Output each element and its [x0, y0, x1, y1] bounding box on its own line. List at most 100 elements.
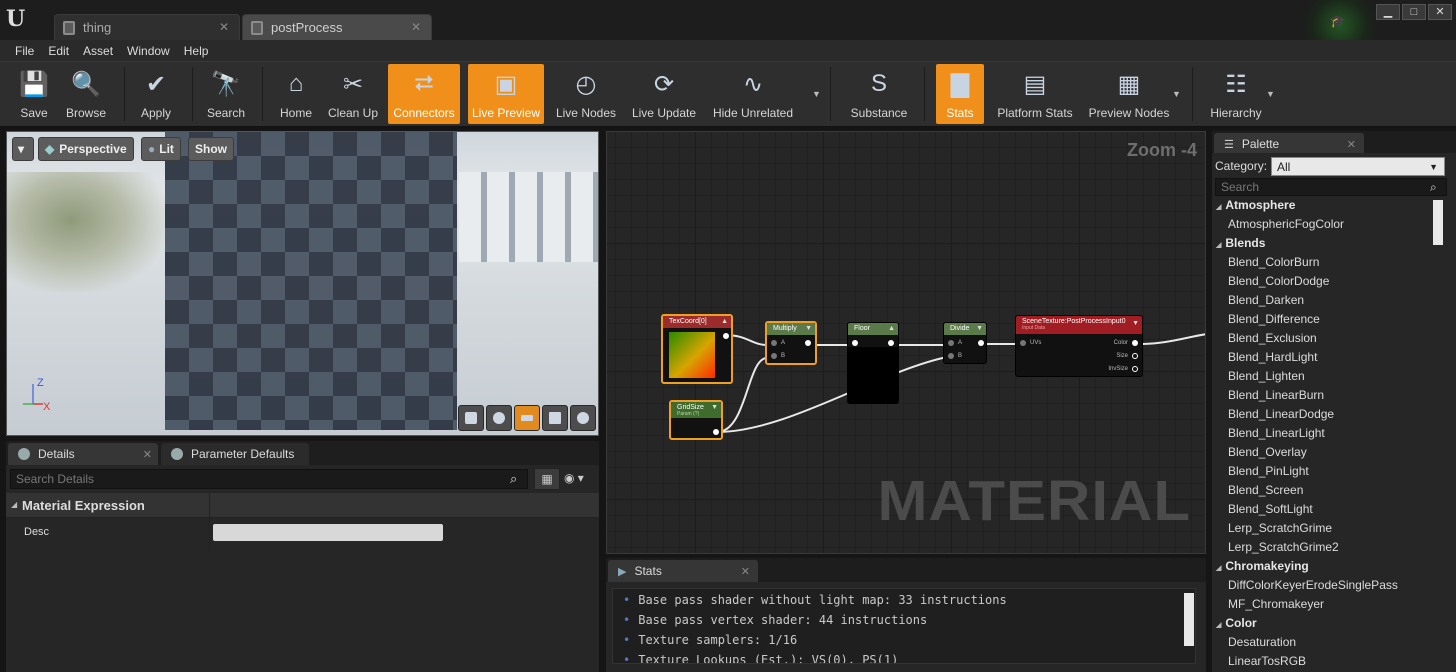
- palette-item[interactable]: LinearTosRGB: [1228, 654, 1306, 672]
- dropdown-arrow-icon[interactable]: ▼: [812, 89, 821, 99]
- minimize-button[interactable]: ▁: [1376, 4, 1400, 20]
- palette-item[interactable]: Blend_Difference: [1228, 312, 1320, 331]
- close-window-button[interactable]: ✕: [1428, 4, 1452, 20]
- live-preview-button[interactable]: ▣ Live Preview: [468, 64, 544, 124]
- apply-button[interactable]: ✔ Apply: [132, 64, 180, 124]
- grid-view-icon[interactable]: ▦: [534, 468, 560, 490]
- viewport-options-button[interactable]: ▾: [12, 137, 34, 161]
- close-tab-icon[interactable]: ✕: [143, 448, 152, 461]
- desc-input[interactable]: [213, 524, 443, 541]
- close-tab-icon[interactable]: ✕: [219, 20, 229, 34]
- output-pin[interactable]: [978, 340, 984, 346]
- tab-stats[interactable]: ▶ Stats ✕: [608, 560, 758, 582]
- close-tab-icon[interactable]: ✕: [741, 565, 750, 578]
- palette-scrollbar[interactable]: [1433, 200, 1443, 245]
- details-section-header[interactable]: ◢ Material Expression: [6, 493, 599, 518]
- close-tab-icon[interactable]: ✕: [411, 20, 421, 34]
- palette-item[interactable]: Lerp_ScratchGrime2: [1228, 540, 1339, 559]
- collapse-arrow-icon[interactable]: ▼: [711, 404, 718, 411]
- close-tab-icon[interactable]: ✕: [1347, 138, 1356, 151]
- palette-item[interactable]: Blend_Screen: [1228, 483, 1303, 502]
- collapse-arrow-icon[interactable]: ▼: [805, 325, 812, 332]
- palette-item[interactable]: DiffColorKeyerErodeSinglePass: [1228, 578, 1398, 597]
- input-pin[interactable]: [852, 340, 858, 346]
- eye-icon[interactable]: ◉ ▾: [564, 471, 596, 487]
- platform-stats-button[interactable]: ▤ Platform Stats: [992, 64, 1078, 124]
- cube-icon[interactable]: [542, 405, 568, 431]
- show-button[interactable]: Show: [188, 137, 234, 161]
- output-pin[interactable]: [888, 340, 894, 346]
- menu-edit[interactable]: Edit: [41, 44, 76, 58]
- texcoord-node[interactable]: TexCoord[0] ▲: [661, 314, 733, 384]
- hide-unrelated-button[interactable]: ∿ Hide Unrelated: [708, 64, 798, 124]
- palette-item[interactable]: Blend_LinearBurn: [1228, 388, 1324, 407]
- search-icon[interactable]: ⌕: [510, 471, 524, 486]
- floor-node[interactable]: Floor ▲: [847, 322, 899, 404]
- hierarchy-button[interactable]: ☷ Hierarchy: [1206, 64, 1266, 124]
- input-pin-uvs[interactable]: [1020, 340, 1026, 346]
- multiply-node[interactable]: Multiply A B ▼: [765, 321, 817, 365]
- menu-file[interactable]: File: [8, 44, 41, 58]
- clean-up-button[interactable]: ✂ Clean Up: [326, 64, 380, 124]
- tab-parameter-defaults[interactable]: Parameter Defaults: [161, 443, 309, 465]
- connectors-button[interactable]: ⮂ Connectors: [388, 64, 460, 124]
- save-button[interactable]: 💾 Save: [10, 64, 58, 124]
- input-pin-b[interactable]: [948, 353, 954, 359]
- view-mode-button[interactable]: ◆ Perspective: [38, 137, 134, 161]
- palette-item[interactable]: MF_Chromakeyer: [1228, 597, 1324, 616]
- input-pin-a[interactable]: [771, 340, 777, 346]
- palette-search-input[interactable]: Search: [1215, 178, 1447, 196]
- palette-item[interactable]: Blend_ColorBurn: [1228, 255, 1319, 274]
- output-pin-invsize[interactable]: [1132, 366, 1138, 372]
- stats-scrollbar[interactable]: [1184, 593, 1194, 646]
- palette-item[interactable]: Blend_Overlay: [1228, 445, 1307, 464]
- sphere-icon[interactable]: [486, 405, 512, 431]
- lighting-mode-button[interactable]: ● Lit: [141, 137, 181, 161]
- browse-button[interactable]: 🔍 Browse: [62, 64, 110, 124]
- stats-button[interactable]: ▇ Stats: [936, 64, 984, 124]
- palette-item[interactable]: Blend_LinearLight: [1228, 426, 1325, 445]
- palette-category[interactable]: Atmosphere: [1216, 198, 1295, 217]
- tab-thing[interactable]: thing ✕: [54, 14, 240, 40]
- collapse-arrow-icon[interactable]: ▲: [888, 325, 895, 332]
- output-pin[interactable]: [805, 340, 811, 346]
- palette-item[interactable]: Blend_HardLight: [1228, 350, 1317, 369]
- divide-node[interactable]: Divide A B ▼: [943, 322, 987, 364]
- material-graph[interactable]: TexCoord[0] ▲ GridSize Param (?) ▼ Multi…: [606, 131, 1206, 554]
- dropdown-arrow-icon[interactable]: ▼: [1172, 89, 1181, 99]
- palette-item[interactable]: Desaturation: [1228, 635, 1296, 654]
- palette-item[interactable]: Blend_SoftLight: [1228, 502, 1313, 521]
- palette-item[interactable]: AtmosphericFogColor: [1228, 217, 1344, 236]
- collapse-arrow-icon[interactable]: ▼: [976, 325, 983, 332]
- preview-viewport[interactable]: ▾ ◆ Perspective ● Lit Show Z X: [6, 131, 599, 436]
- plane-icon[interactable]: [514, 405, 540, 431]
- menu-asset[interactable]: Asset: [76, 44, 120, 58]
- gridsize-node[interactable]: GridSize Param (?) ▼: [669, 400, 723, 440]
- live-update-button[interactable]: ⟳ Live Update: [630, 64, 698, 124]
- scenetexture-node[interactable]: SceneTexture:PostProcessInput0 Input Dat…: [1015, 315, 1143, 377]
- tab-palette[interactable]: ☰ Palette ✕: [1214, 133, 1364, 155]
- search-button[interactable]: 🔭 Search: [200, 64, 252, 124]
- output-pin-size[interactable]: [1132, 353, 1138, 359]
- dropdown-arrow-icon[interactable]: ▼: [1266, 89, 1275, 99]
- menu-help[interactable]: Help: [177, 44, 216, 58]
- input-pin-b[interactable]: [771, 353, 777, 359]
- live-nodes-button[interactable]: ◴ Live Nodes: [554, 64, 618, 124]
- input-pin-a[interactable]: [948, 340, 954, 346]
- tab-details[interactable]: Details ✕: [8, 443, 158, 465]
- graduation-cap-icon[interactable]: 🎓: [1330, 14, 1346, 28]
- palette-category[interactable]: Color: [1216, 616, 1256, 635]
- collapse-arrow-icon[interactable]: ▲: [721, 318, 728, 325]
- output-pin-color[interactable]: [1132, 340, 1138, 346]
- preview-nodes-button[interactable]: ▦ Preview Nodes: [1084, 64, 1174, 124]
- palette-item[interactable]: Blend_PinLight: [1228, 464, 1309, 483]
- search-icon[interactable]: ⌕: [1430, 180, 1437, 195]
- substance-button[interactable]: S Substance: [844, 64, 914, 124]
- palette-category[interactable]: Chromakeying: [1216, 559, 1308, 578]
- menu-window[interactable]: Window: [120, 44, 177, 58]
- cylinder-icon[interactable]: [458, 405, 484, 431]
- category-select[interactable]: All ▼: [1271, 157, 1445, 176]
- palette-item[interactable]: Blend_LinearDodge: [1228, 407, 1334, 426]
- details-search-input[interactable]: Search Details: [10, 469, 528, 489]
- output-pin[interactable]: [713, 429, 719, 435]
